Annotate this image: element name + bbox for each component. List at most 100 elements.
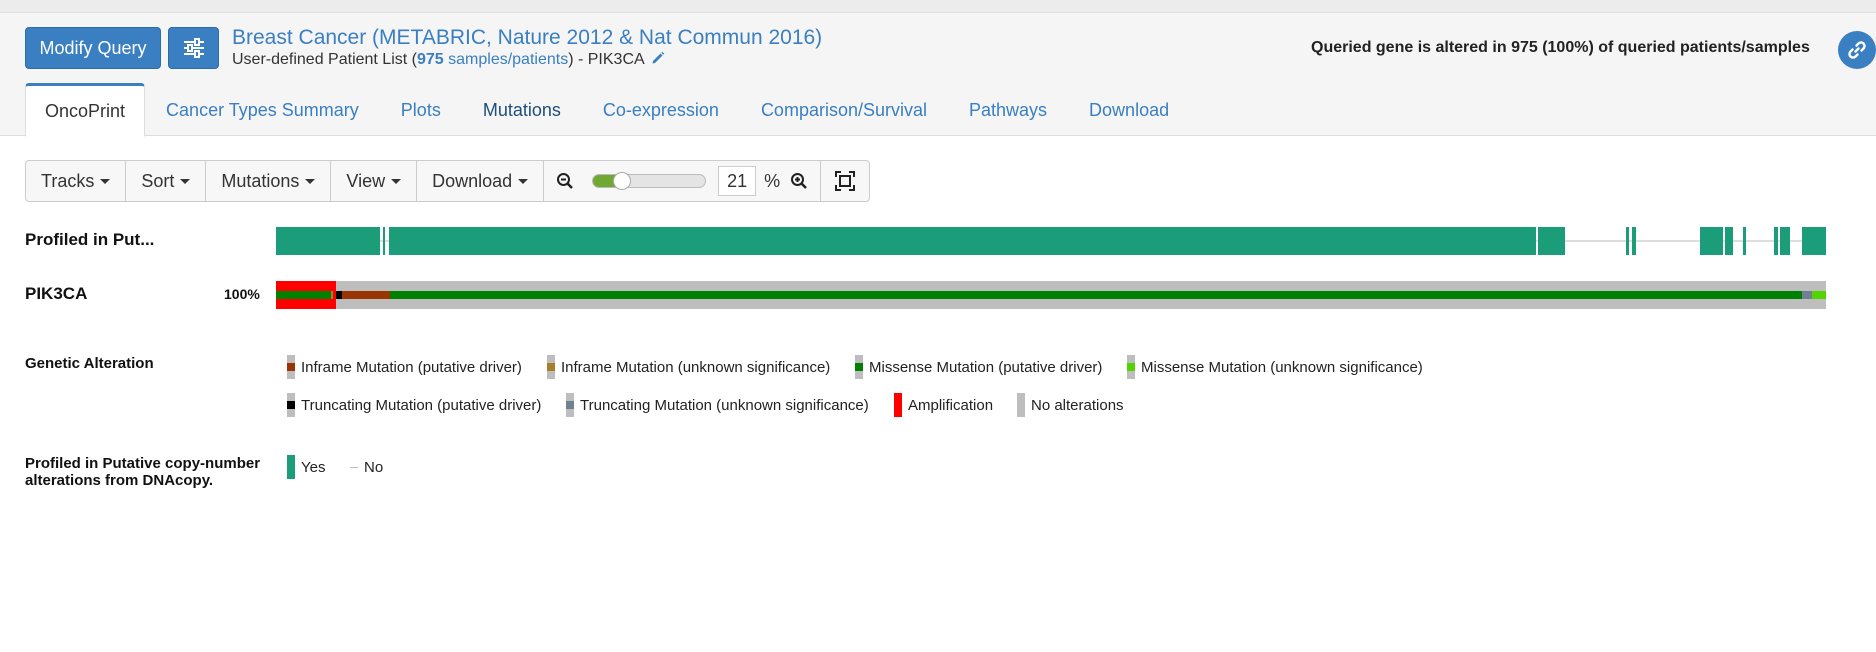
tab-cancer-types-summary[interactable]: Cancer Types Summary: [145, 83, 380, 137]
missense-unknown-bar: [1812, 291, 1826, 299]
legend-swatch: [894, 393, 902, 417]
zoom-slider-handle[interactable]: [613, 172, 632, 190]
legend-missense-unknown: Missense Mutation (unknown significance): [1127, 355, 1423, 379]
mutations-dropdown[interactable]: Mutations: [206, 161, 332, 201]
top-strip: [0, 0, 1876, 13]
missense-driver-bar: [276, 291, 331, 299]
subtitle-prefix: User-defined Patient List (: [232, 51, 417, 68]
legend-label: Amplification: [908, 396, 994, 414]
alteration-summary: Queried gene is altered in 975 (100%) of…: [1311, 39, 1810, 56]
truncating-driver-bar: [336, 291, 342, 299]
zoom-out-icon[interactable]: [556, 172, 574, 190]
query-gene: PIK3CA: [587, 51, 644, 68]
legend-amplification: Amplification: [894, 393, 993, 417]
results-tabs: OncoPrint Cancer Types Summary Plots Mut…: [25, 83, 1190, 137]
legend-swatch: [350, 466, 358, 468]
legend-label: Yes: [301, 458, 326, 476]
study-title-link[interactable]: Breast Cancer (METABRIC, Nature 2012 & N…: [232, 26, 822, 50]
legend-label: Inframe Mutation (putative driver): [301, 358, 522, 376]
caret-down-icon: [391, 178, 402, 184]
fit-to-screen-button[interactable]: [821, 161, 869, 201]
legend-inframe-driver: Inframe Mutation (putative driver): [287, 355, 522, 379]
profiled-block: [383, 227, 385, 255]
sort-label: Sort: [141, 170, 175, 191]
profiled-block: [1700, 227, 1723, 255]
oncoprint-canvas[interactable]: [0, 222, 1876, 322]
legend-label: No alterations: [1031, 396, 1124, 414]
legend-swatch: [287, 355, 295, 379]
download-label: Download: [432, 170, 513, 191]
query-subtitle: User-defined Patient List (975 samples/p…: [232, 51, 665, 69]
legend-label: Truncating Mutation (unknown significanc…: [580, 396, 869, 414]
caret-down-icon: [518, 178, 529, 184]
legend-label: No: [364, 458, 384, 476]
tab-download[interactable]: Download: [1068, 83, 1190, 137]
profiled-block: [276, 227, 380, 255]
settings-button[interactable]: [168, 27, 219, 69]
legend-profiled-yes: Yes: [287, 455, 325, 479]
zoom-in-icon[interactable]: [790, 172, 808, 190]
profiled-block: [1626, 227, 1629, 255]
truncating-unknown-bar: [1802, 291, 1812, 299]
oncoprint-toolbar: Tracks Sort Mutations View Download %: [25, 160, 871, 202]
profiled-block: [1780, 227, 1790, 255]
profiled-block: [1538, 227, 1565, 255]
tab-oncoprint[interactable]: OncoPrint: [25, 83, 146, 137]
legend-swatch: [1017, 393, 1025, 417]
caret-down-icon: [305, 178, 316, 184]
legend-label: Missense Mutation (putative driver): [869, 358, 1103, 376]
legend-swatch: [566, 393, 574, 417]
tab-mutations[interactable]: Mutations: [462, 83, 582, 137]
zoom-controls: %: [544, 161, 822, 201]
tab-plots[interactable]: Plots: [380, 83, 462, 137]
legend-swatch: [287, 455, 295, 479]
sliders-icon: [183, 38, 204, 58]
profiled-block: [389, 227, 1536, 255]
expand-icon: [835, 171, 856, 191]
legend-no-alterations: No alterations: [1017, 393, 1124, 417]
profiled-block: [1632, 227, 1636, 255]
legend-inframe-unknown: Inframe Mutation (unknown significance): [547, 355, 830, 379]
mutations-label: Mutations: [221, 170, 300, 191]
tracks-label: Tracks: [41, 170, 95, 191]
legend-swatch: [547, 355, 555, 379]
view-label: View: [346, 170, 386, 191]
legend-profiled-no: No: [350, 455, 383, 479]
link-icon: [1848, 41, 1866, 59]
legend-label: Missense Mutation (unknown significance): [1141, 358, 1423, 376]
view-dropdown[interactable]: View: [331, 161, 418, 201]
subtitle-mid: ) -: [568, 51, 588, 68]
profiled-block: [1725, 227, 1733, 255]
caret-down-icon: [100, 178, 111, 184]
genetic-alteration-legend-title: Genetic Alteration: [25, 355, 154, 372]
zoom-input[interactable]: [718, 166, 757, 196]
missense-driver-bar: [390, 291, 1802, 299]
tab-pathways[interactable]: Pathways: [948, 83, 1068, 137]
download-dropdown[interactable]: Download: [417, 161, 545, 201]
caret-down-icon: [180, 178, 191, 184]
zoom-percent-sign: %: [764, 170, 781, 191]
legend-swatch: [855, 355, 863, 379]
sample-count[interactable]: 975: [417, 51, 444, 68]
legend-label: Inframe Mutation (unknown significance): [561, 358, 831, 376]
modify-query-button[interactable]: Modify Query: [25, 27, 161, 69]
tab-comparison-survival[interactable]: Comparison/Survival: [740, 83, 948, 137]
profiled-block: [1743, 227, 1746, 255]
tracks-dropdown[interactable]: Tracks: [26, 161, 127, 201]
legend-missense-driver: Missense Mutation (putative driver): [855, 355, 1102, 379]
pencil-icon[interactable]: [651, 51, 665, 65]
zoom-slider[interactable]: [592, 172, 707, 190]
results-header: Modify Query Breast Cancer (METABRIC, Na…: [0, 13, 1876, 137]
inframe-unknown-bar: [331, 291, 333, 299]
share-link-button[interactable]: [1838, 31, 1876, 69]
tab-co-expression[interactable]: Co-expression: [582, 83, 740, 137]
profiled-legend-title: Profiled in Putative copy-number alterat…: [25, 455, 261, 489]
legend-swatch: [287, 393, 295, 417]
samples-link[interactable]: samples/patients: [444, 51, 568, 68]
legend-swatch: [1127, 355, 1135, 379]
profiled-block: [1802, 227, 1826, 255]
sort-dropdown[interactable]: Sort: [126, 161, 207, 201]
legend-label: Truncating Mutation (putative driver): [301, 396, 542, 414]
legend-truncating-unknown: Truncating Mutation (unknown significanc…: [566, 393, 869, 417]
legend-truncating-driver: Truncating Mutation (putative driver): [287, 393, 541, 417]
